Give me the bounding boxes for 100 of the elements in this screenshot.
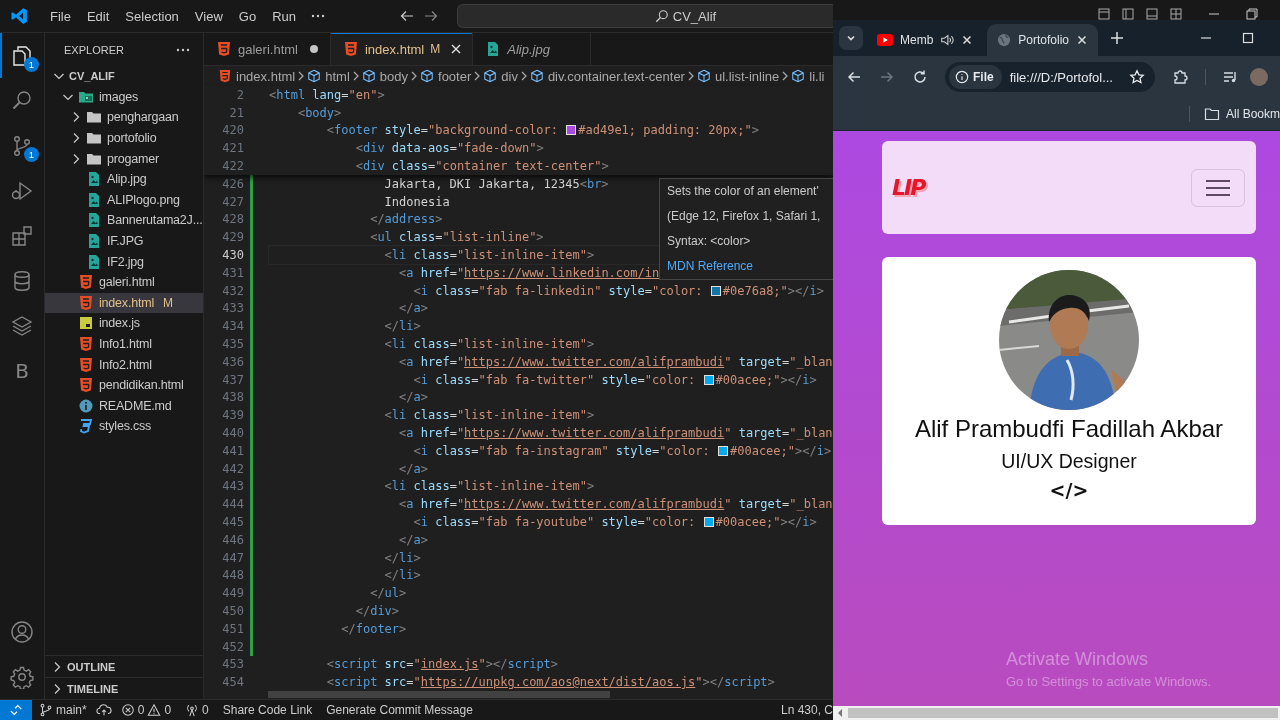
status-item[interactable]: Share Code Link xyxy=(215,703,320,717)
section-header[interactable]: OUTLINE xyxy=(45,655,203,677)
tab-search-button[interactable] xyxy=(839,26,863,50)
editor-tab[interactable]: galeri.html xyxy=(204,33,331,65)
line-number: 436 xyxy=(221,354,244,369)
tree-item[interactable]: Info1.html xyxy=(45,333,203,355)
breadcrumb-item[interactable]: li.li xyxy=(791,68,825,84)
problems-button[interactable]: 0 0 xyxy=(113,703,179,717)
tree-item[interactable]: galeri.html xyxy=(45,271,203,293)
command-center[interactable]: CV_Alif xyxy=(457,4,833,28)
remote-button[interactable] xyxy=(0,700,32,720)
layers-icon[interactable] xyxy=(10,313,34,338)
tree-item[interactable]: index.js xyxy=(45,313,203,334)
back-icon[interactable] xyxy=(846,69,862,85)
color-swatch[interactable] xyxy=(703,374,714,385)
tree-item[interactable]: README.md xyxy=(45,395,203,417)
breadcrumb-item[interactable]: footer xyxy=(420,68,472,84)
tree-item[interactable]: Alip.jpg xyxy=(45,168,203,190)
tree-item[interactable]: progamer xyxy=(45,148,203,169)
scroll-left-icon[interactable] xyxy=(836,708,844,718)
media-queue-icon[interactable] xyxy=(1223,69,1239,85)
breadcrumb-item[interactable]: body xyxy=(361,68,408,84)
files-icon[interactable] xyxy=(10,43,34,68)
color-swatch[interactable] xyxy=(566,125,577,136)
settings-icon[interactable] xyxy=(10,664,34,689)
activity-label[interactable]: B xyxy=(15,358,29,383)
browser-tab[interactable]: Portofolio xyxy=(987,24,1099,56)
profile-avatar[interactable] xyxy=(1250,68,1268,86)
layout-icon[interactable] xyxy=(1170,8,1182,20)
code-text: <a href="https://www.twitter.com/alifprambudi" target="_blan xyxy=(399,426,833,441)
tree-item[interactable]: IF2.jpg xyxy=(45,251,203,272)
tree-item[interactable]: images xyxy=(45,86,203,108)
color-swatch[interactable] xyxy=(710,285,721,296)
bookmark-folder[interactable]: All Bookm xyxy=(1203,107,1280,121)
code-text: </footer> xyxy=(341,621,407,636)
close-icon[interactable] xyxy=(1076,34,1089,46)
maximize-icon[interactable] xyxy=(1242,32,1254,44)
editor-tab[interactable]: Alip.jpg xyxy=(473,33,591,65)
close-icon[interactable] xyxy=(961,34,974,46)
branch-icon xyxy=(39,703,53,717)
site-logo[interactable]: LIP xyxy=(892,175,925,200)
tree-item[interactable]: Bannerutama2J... xyxy=(45,210,203,231)
restore-icon[interactable] xyxy=(1246,8,1258,20)
menu-item[interactable]: View xyxy=(186,8,231,24)
line-number: 452 xyxy=(221,639,244,654)
editor-tab[interactable]: index.html M xyxy=(330,33,474,65)
cloud-sync-icon[interactable] xyxy=(95,703,112,717)
horizontal-scrollbar[interactable] xyxy=(848,708,1278,718)
breadcrumb-item[interactable]: ul.list-inline xyxy=(696,68,780,84)
line-number: 448 xyxy=(221,568,244,583)
new-tab-icon[interactable] xyxy=(1110,31,1125,45)
tree-item[interactable]: Info2.html xyxy=(45,354,203,375)
line-number: 421 xyxy=(221,141,244,156)
tree-item[interactable]: ALIPlogo.png xyxy=(45,189,203,211)
reload-icon[interactable] xyxy=(912,69,928,85)
line-number: 437 xyxy=(221,372,244,387)
menu-button[interactable] xyxy=(1191,168,1245,207)
browser-tab[interactable]: Memb xyxy=(867,24,984,56)
menu-item[interactable]: Edit xyxy=(78,8,118,24)
tree-item[interactable]: index.html M xyxy=(45,292,203,314)
speaker-icon[interactable] xyxy=(940,33,955,47)
branch-button[interactable]: main* xyxy=(32,703,94,717)
code-text: </li> xyxy=(384,319,421,334)
status-item[interactable]: Generate Commit Message xyxy=(319,703,480,717)
tree-item[interactable]: styles.css xyxy=(45,416,203,437)
image-file-icon xyxy=(86,191,102,208)
horizontal-scrollbar[interactable] xyxy=(268,691,610,698)
layout-icon[interactable] xyxy=(1122,8,1134,20)
tree-root[interactable]: CV_ALIF xyxy=(45,66,203,87)
address-bar[interactable]: File file:///D:/Portofol... xyxy=(945,62,1155,92)
puzzle-icon[interactable] xyxy=(1172,69,1188,85)
line-number: 446 xyxy=(221,532,244,547)
tree-item[interactable]: IF.JPG xyxy=(45,230,203,252)
breadcrumb-item[interactable]: html xyxy=(307,68,350,84)
color-swatch[interactable] xyxy=(703,517,714,527)
layout-icon[interactable] xyxy=(1146,8,1158,20)
menu-item[interactable]: Run xyxy=(264,8,304,24)
layout-icon[interactable] xyxy=(1098,8,1110,20)
reference-link[interactable]: MDN Reference xyxy=(667,259,754,273)
back-icon[interactable] xyxy=(399,8,415,24)
extensions-icon[interactable] xyxy=(10,223,34,248)
tree-item[interactable]: portofolio xyxy=(45,127,203,149)
line-number: 443 xyxy=(221,479,244,494)
ports-button[interactable]: 0 xyxy=(178,703,216,717)
tree-item[interactable]: pendidikan.html xyxy=(45,374,203,396)
cursor-position[interactable]: Ln 430, C xyxy=(773,703,833,717)
tree-item[interactable]: penghargaan xyxy=(45,107,203,128)
menu-item[interactable]: Selection xyxy=(117,8,187,24)
breadcrumb-item[interactable]: div xyxy=(483,68,518,84)
breadcrumb-item[interactable]: index.html xyxy=(218,68,296,84)
star-icon[interactable] xyxy=(1129,69,1145,85)
menu-item[interactable]: File xyxy=(42,8,79,24)
app-logo xyxy=(10,7,28,25)
forward-icon[interactable] xyxy=(423,8,439,24)
breadcrumb-item[interactable]: div.container.text-center xyxy=(529,68,685,84)
color-swatch[interactable] xyxy=(718,445,728,456)
menu-item[interactable]: Go xyxy=(230,8,265,24)
account-icon[interactable] xyxy=(10,619,34,644)
site-info-chip[interactable]: File xyxy=(949,65,1002,89)
broadcast-icon xyxy=(185,703,200,717)
